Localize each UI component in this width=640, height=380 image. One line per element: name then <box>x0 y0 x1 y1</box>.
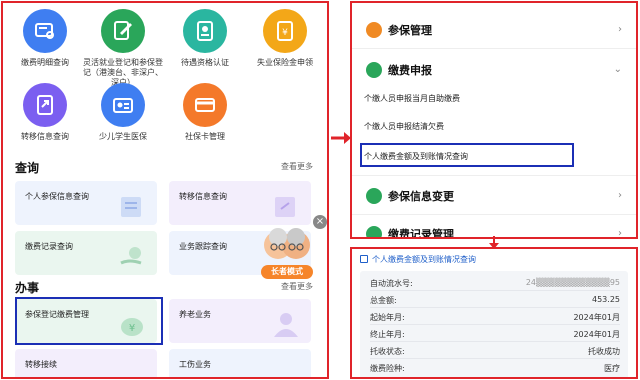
business-card-pension[interactable]: 养老业务 <box>169 299 311 343</box>
detail-key: 自动流水号: <box>370 279 413 288</box>
svg-text:¥: ¥ <box>282 28 288 38</box>
detail-row: 终止年月: 2024年01月 <box>370 326 620 342</box>
edit-form-icon <box>101 9 145 53</box>
service-label: 社保卡管理 <box>185 132 225 141</box>
transfer-illustration-icon <box>275 197 295 217</box>
query-card-payment-record[interactable]: 缴费记录查询 <box>15 231 157 275</box>
service-detail-query[interactable]: 缴费明细查询 <box>5 9 85 68</box>
highlight-box <box>15 297 163 345</box>
detail-value: 453.25 <box>592 295 620 304</box>
card-label: 业务跟踪查询 <box>179 242 227 251</box>
detail-value: 24▒▒▒▒▒▒▒▒▒▒▒▒95 <box>525 278 620 287</box>
payment-detail-panel: 个人缴费金额及到账情况查询 自动流水号: 24▒▒▒▒▒▒▒▒▒▒▒▒95 总金… <box>350 247 638 379</box>
detail-list: 自动流水号: 24▒▒▒▒▒▒▒▒▒▒▒▒95 总金额: 453.25 起始年月… <box>360 271 628 377</box>
card-label: 工伤业务 <box>179 360 211 369</box>
service-child-insurance[interactable]: 少儿学生医保 <box>83 83 163 142</box>
card-label: 养老业务 <box>179 310 211 319</box>
money-bag-icon <box>366 188 382 204</box>
service-card-management[interactable]: 社保卡管理 <box>165 83 245 142</box>
service-qualification-auth[interactable]: 待遇资格认证 <box>165 9 245 68</box>
query-card-personal-info[interactable]: 个人参保信息查询 <box>15 181 157 225</box>
divider <box>370 290 620 291</box>
menu-label: 参保管理 <box>388 24 432 37</box>
service-label: 少儿学生医保 <box>99 132 147 141</box>
detail-row: 起始年月: 2024年01月 <box>370 309 620 325</box>
detail-key: 缴费险种: <box>370 364 405 373</box>
sub-item-monthly-self-payment[interactable]: 个缴人员申报当月自助缴费 <box>364 93 460 104</box>
detail-title: 个人缴费金额及到账情况查询 <box>372 255 476 264</box>
chevron-right-icon: › <box>618 24 622 35</box>
chevron-down-icon: ⌄ <box>613 64 622 75</box>
card-icon <box>183 83 227 127</box>
divider <box>352 175 636 176</box>
divider <box>370 307 620 308</box>
menu-label: 缴费申报 <box>388 64 432 77</box>
detail-key: 总金额: <box>370 296 397 305</box>
card-label: 转移接续 <box>25 360 57 369</box>
divider <box>370 358 620 359</box>
money-bag-icon <box>366 22 382 38</box>
menu-item-payment-declaration[interactable]: 缴费申报 ⌄ <box>352 51 636 89</box>
detail-key: 托收状态: <box>370 347 405 356</box>
detail-value: 托收成功 <box>588 347 620 356</box>
detail-value: 2024年01月 <box>573 313 620 322</box>
detail-value: 医疗 <box>604 364 620 373</box>
detail-key: 终止年月: <box>370 330 405 339</box>
sub-item-settle-arrears[interactable]: 个缴人员申报结清欠费 <box>364 121 444 132</box>
person-illustration-icon <box>274 313 298 337</box>
transfer-doc-icon <box>23 83 67 127</box>
student-card-icon <box>101 83 145 127</box>
money-bag-icon <box>366 62 382 78</box>
detail-row: 自动流水号: 24▒▒▒▒▒▒▒▒▒▒▒▒95 <box>370 275 620 291</box>
detail-key: 起始年月: <box>370 313 405 322</box>
right-menu-panel: 参保管理 › 缴费申报 ⌄ 个缴人员申报当月自助缴费 个缴人员申报结清欠费 个人… <box>350 1 638 239</box>
hand-coin-illustration-icon <box>120 247 142 265</box>
service-label: 失业保险金申领 <box>257 58 313 67</box>
service-label: 转移信息查询 <box>21 132 69 141</box>
search-list-icon <box>23 9 67 53</box>
card-label: 转移信息查询 <box>179 192 227 201</box>
query-section-title: 查询 <box>15 161 40 175</box>
close-icon[interactable]: × <box>313 215 327 229</box>
query-card-transfer-info[interactable]: 转移信息查询 <box>169 181 311 225</box>
document-icon <box>360 255 368 263</box>
left-service-panel: 缴费明细查询 灵活就业登记和参保登记（港澳台、非深户、深户） 待遇资格认证 ¥ … <box>1 1 329 379</box>
menu-label: 缴费记录管理 <box>388 228 454 239</box>
business-see-more-link[interactable]: 查看更多 <box>281 281 313 292</box>
card-label: 缴费记录查询 <box>25 242 73 251</box>
menu-label: 参保信息变更 <box>388 190 454 203</box>
business-card-work-injury[interactable]: 工伤业务 <box>169 349 311 377</box>
business-section-title: 办事 <box>15 281 40 295</box>
highlight-box <box>360 143 574 167</box>
service-unemployment-benefit[interactable]: ¥ 失业保险金申领 <box>245 9 325 68</box>
service-label: 缴费明细查询 <box>21 58 69 67</box>
detail-row: 托收状态: 托收成功 <box>370 343 620 359</box>
document-apply-icon: ¥ <box>263 9 307 53</box>
menu-item-info-change[interactable]: 参保信息变更 › <box>352 177 636 215</box>
elder-mode-label: 长者模式 <box>261 265 313 279</box>
detail-row: 总金额: 453.25 <box>370 292 620 308</box>
divider <box>370 324 620 325</box>
card-label: 个人参保信息查询 <box>25 192 89 201</box>
elderly-couple-icon <box>264 228 310 259</box>
query-see-more-link[interactable]: 查看更多 <box>281 161 313 172</box>
service-label: 待遇资格认证 <box>181 58 229 67</box>
detail-row: 缴费险种: 医疗 <box>370 360 620 376</box>
elder-mode-badge[interactable]: 长者模式 <box>261 225 313 279</box>
money-bag-icon <box>366 226 382 237</box>
document-illustration-icon <box>121 197 141 217</box>
business-card-transfer[interactable]: 转移接续 <box>15 349 157 377</box>
divider <box>370 341 620 342</box>
id-card-icon <box>183 9 227 53</box>
service-flexible-employment[interactable]: 灵活就业登记和参保登记（港澳台、非深户、深户） <box>83 9 163 88</box>
arrow-right-icon <box>331 132 351 144</box>
chevron-right-icon: › <box>618 190 622 201</box>
chevron-right-icon: › <box>618 228 622 239</box>
menu-item-insurance-management[interactable]: 参保管理 › <box>352 11 636 49</box>
detail-value: 2024年01月 <box>573 330 620 339</box>
service-transfer-query[interactable]: 转移信息查询 <box>5 83 85 142</box>
